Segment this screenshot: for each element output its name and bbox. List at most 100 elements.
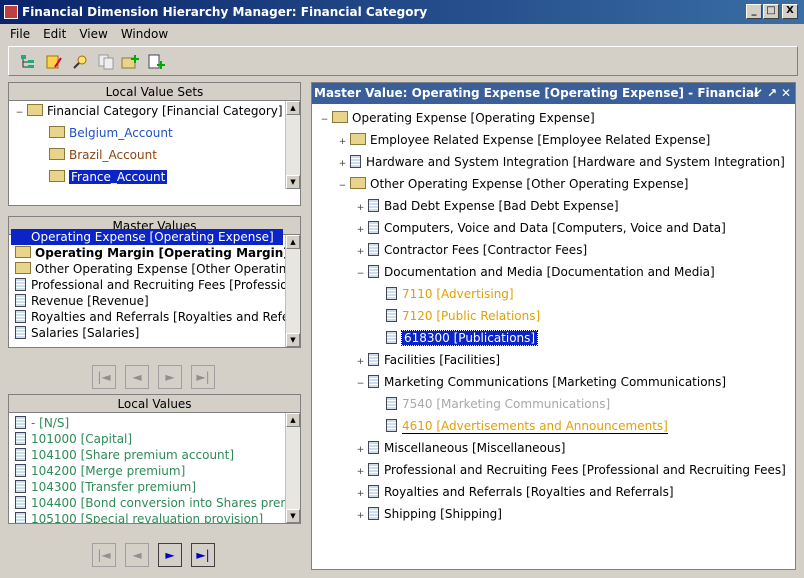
scroll-up-icon[interactable]: ▲ xyxy=(286,413,300,427)
minimize-button[interactable]: _ xyxy=(746,4,762,19)
folder-icon xyxy=(350,133,366,145)
menu-view[interactable]: View xyxy=(79,27,107,41)
tree-node[interactable]: + Computers, Voice and Data [Computers, V… xyxy=(356,220,726,236)
tree-node[interactable]: + Facilities [Facilities] xyxy=(356,352,500,368)
expand-icon[interactable]: + xyxy=(356,468,365,477)
menu-edit[interactable]: Edit xyxy=(43,27,66,41)
menu-window[interactable]: Window xyxy=(121,27,168,41)
document-icon xyxy=(15,326,26,339)
close-icon[interactable]: ✕ xyxy=(781,83,791,104)
tree-node[interactable]: 7120 [Public Relations] xyxy=(374,308,540,324)
tree-node[interactable]: 4610 [Advertisements and Announcements] xyxy=(374,418,668,434)
copy-icon[interactable] xyxy=(97,53,115,71)
document-icon xyxy=(15,294,26,307)
list-item[interactable]: 104100 [Share premium account] xyxy=(15,447,234,463)
prev-button[interactable]: ◄ xyxy=(125,365,149,389)
tree-node[interactable]: − Operating Expense [Operating Expense] xyxy=(320,110,595,126)
scroll-down-icon[interactable]: ▼ xyxy=(286,333,300,347)
value-set-item[interactable]: Belgium_Account xyxy=(49,125,173,141)
find-icon[interactable] xyxy=(71,53,89,71)
tree-node[interactable]: 7110 [Advertising] xyxy=(374,286,514,302)
tree-node[interactable]: 618300 [Publications] xyxy=(374,330,539,346)
tree-node[interactable]: + Bad Debt Expense [Bad Debt Expense] xyxy=(356,198,619,214)
first-button[interactable]: |◄ xyxy=(92,543,116,567)
list-item[interactable]: Royalties and Referrals [Royalties and R… xyxy=(15,309,299,325)
tree-node[interactable]: − Marketing Communications [Marketing Com… xyxy=(356,374,726,390)
tree-node[interactable]: − Other Operating Expense [Other Operatin… xyxy=(338,176,688,192)
tree-node[interactable]: − Documentation and Media [Documentation … xyxy=(356,264,715,280)
prev-button[interactable]: ◄ xyxy=(125,543,149,567)
tree-node[interactable]: 7540 [Marketing Communications] xyxy=(374,396,610,412)
list-item[interactable]: - [N/S] xyxy=(15,415,69,431)
scroll-up-icon[interactable]: ▲ xyxy=(286,101,300,115)
tree-node[interactable]: + Shipping [Shipping] xyxy=(356,506,502,522)
tree-node[interactable]: + Royalties and Referrals [Royalties and … xyxy=(356,484,674,500)
list-item[interactable]: Revenue [Revenue] xyxy=(15,293,149,309)
maximize-icon[interactable]: ↗ xyxy=(767,83,777,104)
tree-node[interactable]: + Miscellaneous [Miscellaneous] xyxy=(356,440,565,456)
scroll-down-icon[interactable]: ▼ xyxy=(286,509,300,523)
menu-bar: File Edit View Window xyxy=(0,24,804,44)
collapse-icon[interactable]: − xyxy=(338,182,347,191)
list-item[interactable]: Operating Margin [Operating Margin] - To… xyxy=(15,245,300,261)
first-button[interactable]: |◄ xyxy=(92,365,116,389)
tree-node[interactable]: + Contractor Fees [Contractor Fees] xyxy=(356,242,587,258)
next-button[interactable]: ► xyxy=(158,543,182,567)
expand-icon[interactable]: + xyxy=(356,248,365,257)
document-icon xyxy=(15,432,26,445)
last-button[interactable]: ►| xyxy=(191,365,215,389)
tree-node-label: Shipping [Shipping] xyxy=(384,507,502,521)
leaf-connector xyxy=(374,399,383,408)
leaf-connector xyxy=(374,333,383,342)
next-button[interactable]: ► xyxy=(158,365,182,389)
tree-node[interactable]: + Employee Related Expense [Employee Rela… xyxy=(338,132,710,148)
list-item[interactable]: Professional and Recruiting Fees [Profes… xyxy=(15,277,293,293)
menu-file[interactable]: File xyxy=(10,27,30,41)
maximize-button[interactable]: □ xyxy=(763,4,779,19)
value-set-root[interactable]: − Financial Category [Financial Category] xyxy=(15,103,283,119)
list-item[interactable]: 104400 [Bond conversion into Shares prem… xyxy=(15,495,300,511)
list-item[interactable]: Salaries [Salaries] xyxy=(15,325,139,341)
list-item[interactable]: 104300 [Transfer premium] xyxy=(15,479,196,495)
document-icon xyxy=(350,155,361,168)
collapse-icon[interactable]: − xyxy=(356,380,365,389)
restore-icon[interactable]: ↙ xyxy=(753,83,763,104)
scroll-down-icon[interactable]: ▼ xyxy=(286,175,300,189)
list-item[interactable]: Operating Expense [Operating Expense] xyxy=(11,229,283,245)
expand-icon[interactable]: + xyxy=(356,358,365,367)
last-button[interactable]: ►| xyxy=(191,543,215,567)
expand-icon[interactable]: + xyxy=(356,446,365,455)
leaf-connector xyxy=(374,421,383,430)
hierarchy-icon[interactable] xyxy=(19,53,37,71)
value-set-item[interactable]: Brazil_Account xyxy=(49,147,157,163)
expand-icon[interactable]: + xyxy=(356,512,365,521)
close-button[interactable]: X xyxy=(782,4,798,19)
expand-icon[interactable]: + xyxy=(356,204,365,213)
list-item[interactable]: Other Operating Expense [Other Operating… xyxy=(15,261,300,277)
document-icon xyxy=(368,463,379,476)
collapse-icon[interactable]: − xyxy=(320,116,329,125)
app-icon xyxy=(4,5,18,19)
collapse-icon[interactable]: − xyxy=(356,270,365,279)
value-set-item[interactable]: France_Account xyxy=(49,169,168,185)
expand-icon[interactable]: + xyxy=(356,226,365,235)
tree-node-label: Computers, Voice and Data [Computers, Vo… xyxy=(384,221,726,235)
list-item[interactable]: 101000 [Capital] xyxy=(15,431,132,447)
tree-node-label: Miscellaneous [Miscellaneous] xyxy=(384,441,566,455)
list-item[interactable]: 105100 [Special revaluation provision] xyxy=(15,511,263,523)
tree-node[interactable]: + Professional and Recruiting Fees [Profe… xyxy=(356,462,786,478)
expand-icon[interactable]: + xyxy=(356,490,365,499)
add-folder-icon[interactable] xyxy=(121,53,139,71)
document-icon xyxy=(15,448,26,461)
list-item[interactable]: 104200 [Merge premium] xyxy=(15,463,185,479)
tree-node[interactable]: + Hardware and System Integration [Hardwa… xyxy=(338,154,785,170)
expand-icon[interactable]: + xyxy=(338,138,347,147)
collapse-icon[interactable]: − xyxy=(15,109,24,118)
vertical-scrollbar[interactable]: ▲ ▼ xyxy=(285,235,300,347)
vertical-scrollbar[interactable]: ▲ ▼ xyxy=(285,413,300,523)
scroll-up-icon[interactable]: ▲ xyxy=(286,235,300,249)
vertical-scrollbar[interactable]: ▲ ▼ xyxy=(285,101,300,189)
edit-icon[interactable] xyxy=(45,53,63,71)
add-value-icon[interactable] xyxy=(147,53,165,71)
expand-icon[interactable]: + xyxy=(338,160,347,169)
